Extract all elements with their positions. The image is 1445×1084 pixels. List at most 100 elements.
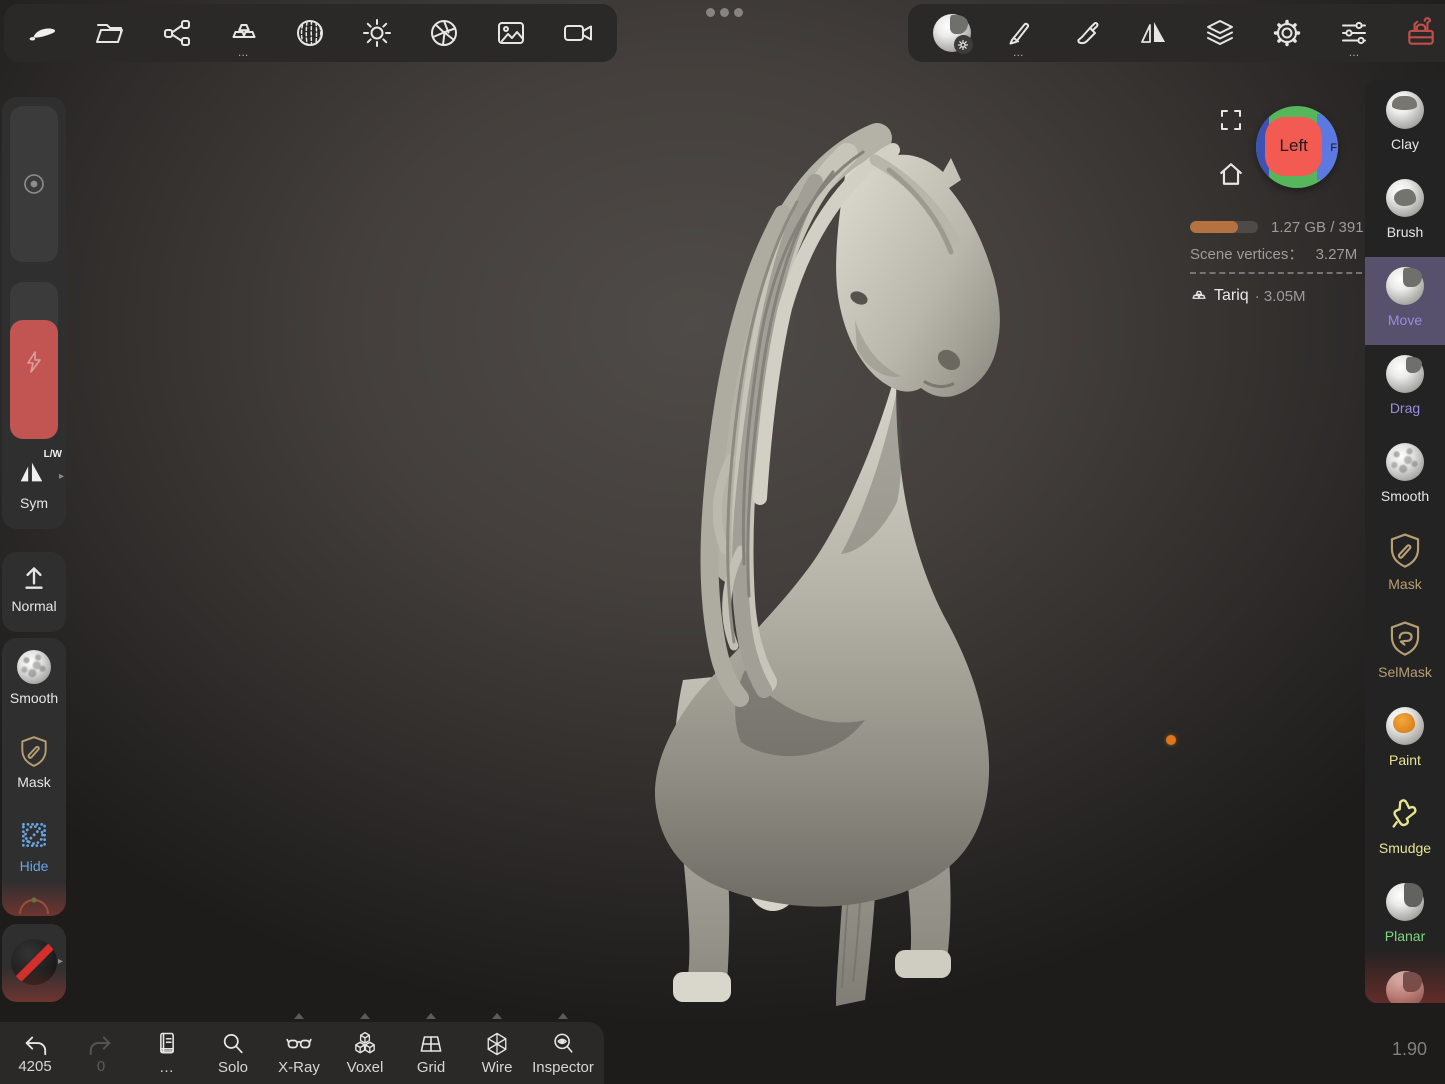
drag-tool-icon (1386, 355, 1424, 393)
grid-icon (417, 1030, 445, 1058)
pivot-dot (1166, 735, 1176, 745)
tool-planar[interactable]: Planar (1365, 873, 1445, 961)
scene-vertices: Scene vertices： 3.27M (1190, 243, 1357, 264)
voxel-caret[interactable] (360, 1013, 370, 1019)
zoom-level: 1.90 (1392, 1039, 1427, 1060)
lighting-icon[interactable] (354, 10, 400, 56)
undo-button[interactable]: 4205 (2, 1022, 68, 1084)
mask-shield-icon (1386, 531, 1424, 569)
matcap-gear-badge (954, 35, 973, 54)
orientation-gizmo[interactable]: F Left (1256, 106, 1338, 188)
debug-toolbox-icon[interactable] (1398, 10, 1444, 56)
gizmo-front-label: F (1330, 142, 1337, 154)
stroke-controls-card: L/W ▸ Sym (2, 97, 66, 529)
intensity-slider[interactable] (10, 282, 58, 439)
settings-gear-icon[interactable] (1264, 10, 1310, 56)
tool-brush[interactable]: Brush (1365, 169, 1445, 257)
quick-mask-button[interactable]: Mask (2, 734, 66, 790)
material-off-card: ▸ (2, 924, 66, 1002)
normal-arrow-icon (19, 562, 49, 592)
symmetry-icon[interactable] (1130, 10, 1176, 56)
sym-mirror-icon (16, 457, 46, 487)
gizmo-face-left[interactable]: Left (1265, 117, 1322, 176)
camera-icon[interactable] (555, 10, 601, 56)
topology-more-badge: … (238, 48, 250, 58)
quick-smooth-icon (17, 650, 51, 684)
solo-toggle[interactable]: Solo (200, 1022, 266, 1084)
intensity-slider-fill (10, 320, 58, 439)
wire-icon (483, 1030, 511, 1058)
partial-tool-icon (1386, 971, 1424, 1003)
falloff-card: Normal (2, 552, 66, 632)
memory-bar-fill (1190, 221, 1238, 233)
tool-move[interactable]: Move (1365, 257, 1445, 345)
quick-hide-button[interactable]: Hide (2, 818, 66, 874)
object-vertices: · 3.05M (1255, 288, 1306, 305)
falloff-normal-button[interactable]: Normal (2, 562, 66, 614)
selmask-shield-icon (1386, 619, 1424, 657)
xray-caret[interactable] (294, 1013, 304, 1019)
quick-smooth-button[interactable]: Smooth (2, 650, 66, 706)
postprocess-icon[interactable] (421, 10, 467, 56)
redo-button[interactable]: 0 (68, 1022, 134, 1084)
inspector-icon (549, 1030, 577, 1058)
tool-mask[interactable]: Mask (1365, 521, 1445, 609)
wire-toggle[interactable]: Wire (464, 1022, 530, 1084)
voxel-icon (351, 1030, 379, 1058)
home-icon[interactable] (1218, 161, 1244, 187)
pencil-more-badge: … (1013, 48, 1025, 58)
app-logo-icon[interactable] (20, 10, 66, 56)
memory-bar (1190, 221, 1258, 233)
gizmo-face-label: Left (1280, 136, 1308, 156)
sym-expand-caret[interactable]: ▸ (59, 471, 64, 482)
smudge-hand-icon (1386, 795, 1424, 833)
tool-partial[interactable] (1365, 961, 1445, 1003)
radius-slider[interactable] (10, 106, 58, 262)
tool-drag[interactable]: Drag (1365, 345, 1445, 433)
tool-paint[interactable]: Paint (1365, 697, 1445, 785)
tool-panel: Clay Brush Move Drag Smooth Mask SelMask… (1365, 80, 1445, 1003)
toolbar-right: … … (908, 4, 1445, 62)
files-icon[interactable] (87, 10, 133, 56)
background-image-icon[interactable] (488, 10, 534, 56)
planar-tool-icon (1386, 883, 1424, 921)
radius-icon (22, 172, 46, 196)
brush-tool-icon (1386, 179, 1424, 217)
tool-selmask[interactable]: SelMask (1365, 609, 1445, 697)
object-row[interactable]: Tariq · 3.05M (1190, 287, 1306, 305)
scene-vertices-label: Scene vertices： (1190, 246, 1303, 263)
tool-smudge[interactable]: Smudge (1365, 785, 1445, 873)
symmetry-toggle[interactable]: L/W ▸ Sym (2, 449, 66, 511)
hud-separator (1190, 272, 1362, 274)
toolbar-left: … (4, 4, 617, 62)
material-icon[interactable] (287, 10, 333, 56)
material-expand-caret[interactable]: ▸ (58, 956, 63, 967)
no-material-icon (11, 939, 57, 985)
notes-button[interactable]: … (134, 1022, 200, 1084)
scene-graph-icon[interactable] (154, 10, 200, 56)
mesh-icon (1190, 287, 1208, 305)
grid-caret[interactable] (426, 1013, 436, 1019)
painting-icon[interactable] (1063, 10, 1109, 56)
intensity-icon (22, 350, 46, 374)
object-name: Tariq (1214, 287, 1249, 305)
tool-smooth[interactable]: Smooth (1365, 433, 1445, 521)
grid-toggle[interactable]: Grid (398, 1022, 464, 1084)
sym-mode-label: L/W (44, 449, 62, 460)
xray-toggle[interactable]: X-Ray (266, 1022, 332, 1084)
stroke-pencil-icon[interactable]: … (996, 10, 1042, 56)
inspector-toggle[interactable]: Inspector (530, 1022, 596, 1084)
tweaks-sliders-icon[interactable]: … (1331, 10, 1377, 56)
solo-icon (219, 1030, 247, 1058)
active-tool-matcap[interactable] (929, 10, 975, 56)
fullscreen-icon[interactable] (1219, 108, 1243, 132)
material-off-button[interactable] (2, 939, 66, 985)
inspector-caret[interactable] (558, 1013, 568, 1019)
voxel-toggle[interactable]: Voxel (332, 1022, 398, 1084)
layers-icon[interactable] (1197, 10, 1243, 56)
tool-clay[interactable]: Clay (1365, 81, 1445, 169)
horse-model[interactable] (545, 110, 1025, 1010)
wire-caret[interactable] (492, 1013, 502, 1019)
quick-mask-icon (17, 734, 51, 768)
topology-icon[interactable]: … (221, 10, 267, 56)
